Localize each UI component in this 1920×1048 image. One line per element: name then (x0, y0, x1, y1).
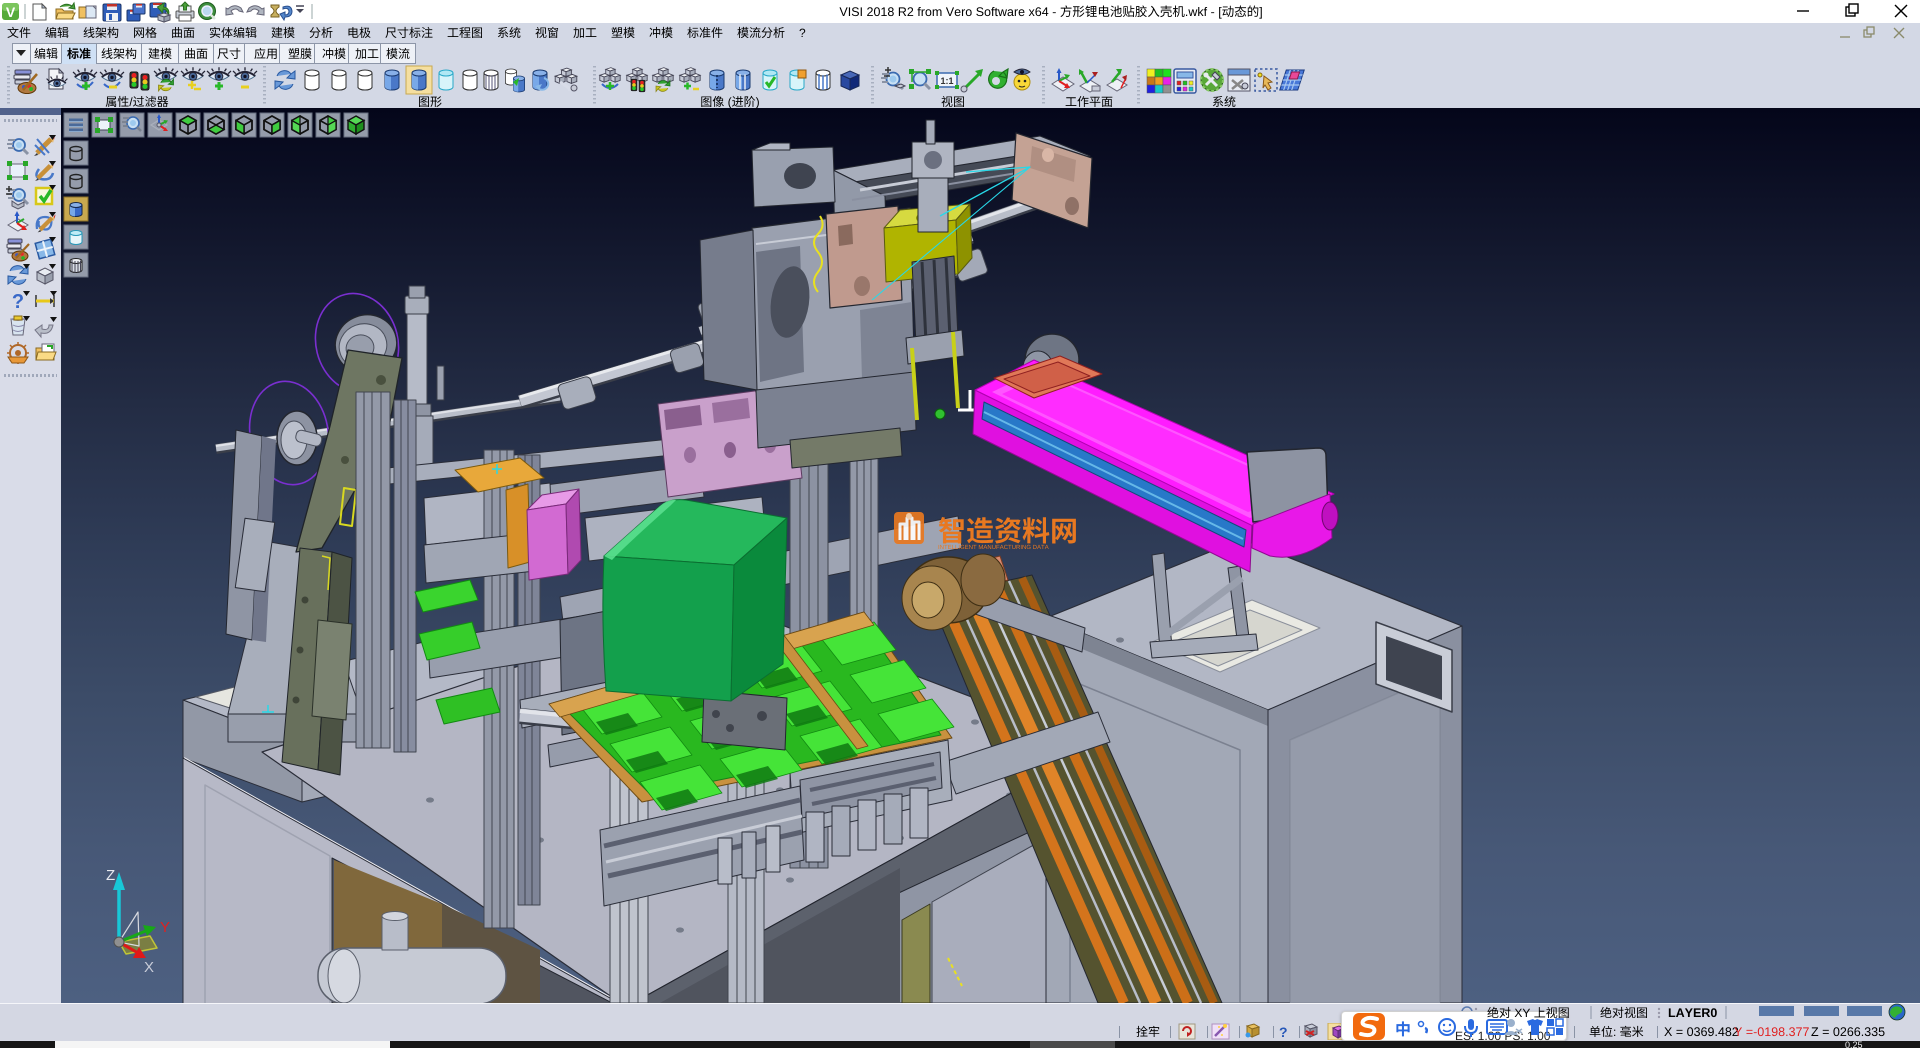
svg-text:V: V (6, 4, 16, 20)
svg-text:Z: Z (106, 867, 115, 884)
svg-text:?: ? (1279, 1024, 1288, 1040)
svg-text:X: X (144, 959, 154, 976)
svg-text:1:1: 1:1 (940, 76, 953, 86)
svg-text:Y: Y (160, 919, 170, 936)
svg-text:?: ? (12, 291, 24, 313)
